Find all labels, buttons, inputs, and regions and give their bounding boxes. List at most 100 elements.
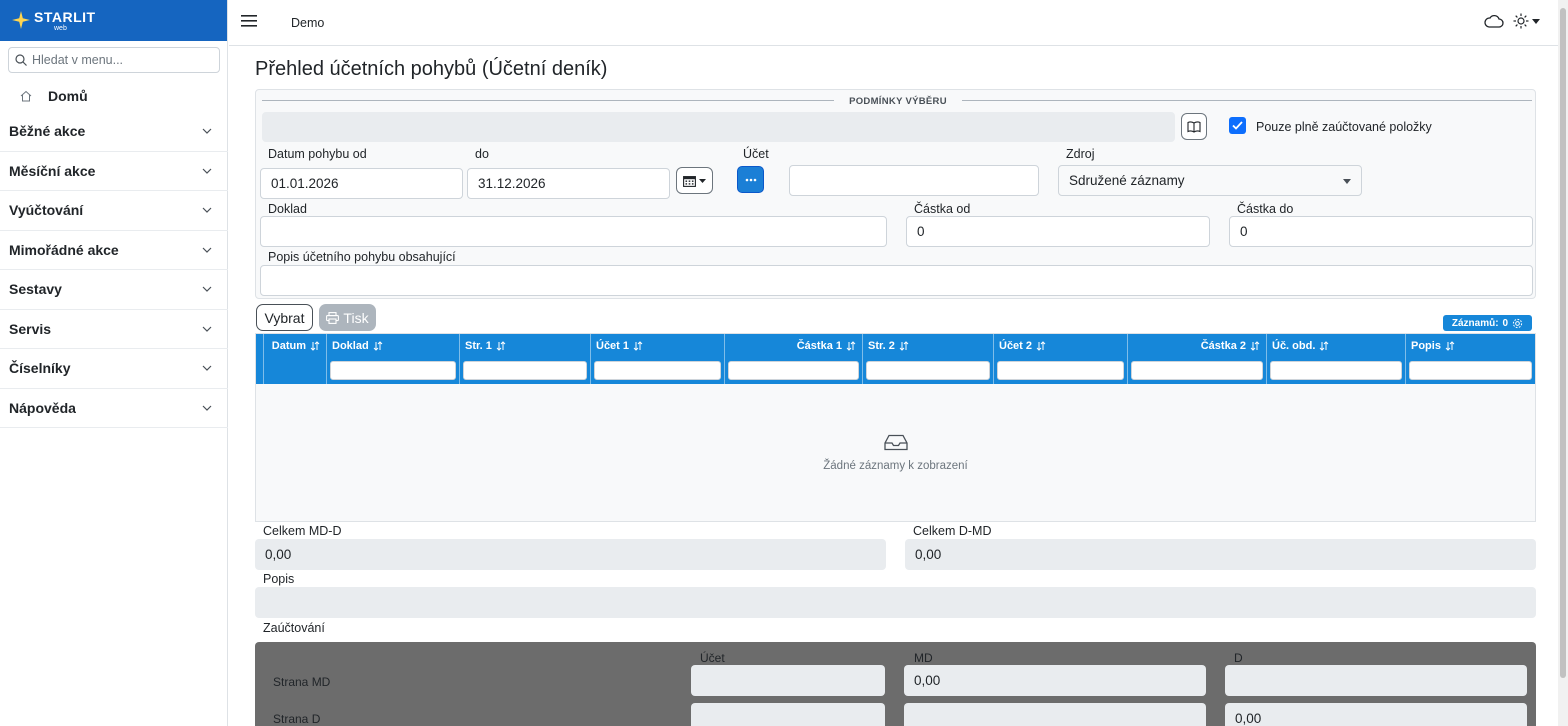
records-count: 0 <box>1502 317 1509 329</box>
column-ucet1[interactable]: Účet 1 <box>590 334 724 384</box>
column-doklad[interactable]: Doklad <box>326 334 459 384</box>
select-button[interactable]: Vybrat <box>256 304 313 331</box>
page-title: Přehled účetních pohybů (Účetní deník) <box>255 58 608 80</box>
sidebar-item-mimoradne-akce[interactable]: Mimořádné akce <box>0 231 228 270</box>
search-icon <box>15 54 27 66</box>
check-icon <box>1232 121 1243 130</box>
filter-ucet2[interactable] <box>997 361 1124 380</box>
document-input[interactable] <box>260 216 887 247</box>
row-selector-column <box>256 334 263 384</box>
date-from-input[interactable]: 01.01.2026 <box>260 168 463 199</box>
posting-md-account <box>691 665 885 696</box>
column-label: Částka 1 <box>796 340 842 352</box>
menu-search[interactable] <box>8 47 220 73</box>
date-picker-button[interactable] <box>676 167 713 194</box>
legend-line-left <box>262 100 834 101</box>
sort-icon[interactable] <box>846 341 856 351</box>
inbox-icon <box>883 434 908 451</box>
print-button[interactable]: Tisk <box>319 304 376 331</box>
column-header: Str. 2 <box>868 340 909 352</box>
filter-ucet1[interactable] <box>594 361 721 380</box>
amount-from-input[interactable]: 0 <box>906 216 1210 247</box>
posting-section-label: Zaúčtování <box>263 621 325 635</box>
filter-castka1[interactable] <box>728 361 859 380</box>
account-picker-button[interactable] <box>737 166 764 193</box>
sort-icon[interactable] <box>899 341 909 351</box>
scrollbar[interactable] <box>1558 0 1568 726</box>
brand-logo[interactable]: STARLIT web <box>0 0 227 41</box>
sidebar-item-bezne-akce[interactable]: Běžné akce <box>0 112 228 152</box>
amount-to-input[interactable]: 0 <box>1229 216 1533 247</box>
menu-search-input[interactable] <box>32 53 212 67</box>
column-str2[interactable]: Str. 2 <box>862 334 993 384</box>
date-to-input[interactable]: 31.12.2026 <box>467 168 670 199</box>
posting-row-md-label: Strana MD <box>273 675 331 689</box>
column-datum[interactable]: Datum <box>263 334 326 384</box>
sort-icon[interactable] <box>1250 341 1260 351</box>
column-popis[interactable]: Popis <box>1405 334 1535 384</box>
sidebar-item-servis[interactable]: Servis <box>0 310 228 349</box>
column-castka2[interactable]: Částka 2 <box>1127 334 1266 384</box>
column-label: Popis <box>1411 340 1441 352</box>
company-name: Demo <box>291 16 325 30</box>
sidebar-item-label: Běžné akce <box>9 123 86 140</box>
caret-down-icon <box>1532 18 1540 24</box>
cloud-icon[interactable] <box>1484 14 1504 28</box>
chevron-down-icon <box>202 168 212 174</box>
theme-toggle[interactable] <box>1513 13 1540 29</box>
fully-posted-checkbox[interactable] <box>1229 117 1246 134</box>
book-icon <box>1187 120 1201 133</box>
column-header: Datum <box>272 340 320 352</box>
records-count-badge[interactable]: Záznamů: 0 <box>1443 315 1532 331</box>
hamburger-menu-icon[interactable] <box>241 14 257 28</box>
sidebar-item-ciselniky[interactable]: Číselníky <box>0 349 228 389</box>
sort-icon[interactable] <box>310 341 320 351</box>
chevron-down-icon <box>202 128 212 135</box>
sidebar-item-napoveda[interactable]: Nápověda <box>0 389 228 428</box>
column-header: Částka 2 <box>1201 340 1260 352</box>
column-ucet2[interactable]: Účet 2 <box>993 334 1127 384</box>
posting-d-account <box>691 703 885 726</box>
sidebar-item-mesicni-akce[interactable]: Měsíční akce <box>0 152 228 191</box>
sort-icon[interactable] <box>496 341 506 351</box>
sort-icon[interactable] <box>1319 341 1329 351</box>
column-header: Popis <box>1411 340 1455 352</box>
caret-down-icon <box>1343 179 1351 184</box>
sidebar-item-label: Číselníky <box>9 360 71 377</box>
column-uc-obd[interactable]: Úč. obd. <box>1266 334 1405 384</box>
source-select[interactable]: Sdružené záznamy <box>1058 165 1362 196</box>
scrollbar-thumb[interactable] <box>1560 8 1566 678</box>
sort-icon[interactable] <box>373 341 383 351</box>
column-label: Úč. obd. <box>1272 340 1316 352</box>
sidebar: STARLIT web Domů Běžné akce Měsíční akce… <box>0 0 228 726</box>
filter-popis[interactable] <box>1409 361 1532 380</box>
sort-icon[interactable] <box>1445 341 1455 351</box>
sidebar-item-vyuctovani[interactable]: Vyúčtování <box>0 191 228 231</box>
sidebar-item-sestavy[interactable]: Sestavy <box>0 270 228 310</box>
filter-doklad[interactable] <box>330 361 456 380</box>
filter-uc-obd[interactable] <box>1270 361 1402 380</box>
posting-col-d: D <box>1234 651 1243 665</box>
open-book-button[interactable] <box>1181 113 1207 140</box>
column-label: Str. 1 <box>465 340 492 352</box>
filter-str1[interactable] <box>463 361 587 380</box>
empty-state: Žádné záznamy k zobrazení <box>256 434 1535 472</box>
total-d-md-label: Celkem D-MD <box>913 524 992 538</box>
sort-icon[interactable] <box>1036 341 1046 351</box>
chevron-down-icon <box>202 405 212 411</box>
description-label: Popis <box>263 572 295 586</box>
filter-castka2[interactable] <box>1131 361 1263 380</box>
column-str1[interactable]: Str. 1 <box>459 334 590 384</box>
sidebar-item-home[interactable]: Domů <box>0 80 228 112</box>
filter-str2[interactable] <box>866 361 990 380</box>
sort-icon[interactable] <box>633 341 643 351</box>
legend-line-right <box>962 100 1532 101</box>
account-input[interactable] <box>789 165 1039 196</box>
amount-to-label: Částka do <box>1237 202 1294 216</box>
description-filter-input[interactable] <box>260 265 1533 296</box>
selection-summary-field <box>262 112 1175 142</box>
sun-icon <box>1513 13 1529 29</box>
sidebar-item-label: Nápověda <box>9 399 76 416</box>
sidebar-item-label: Sestavy <box>9 281 62 298</box>
column-castka1[interactable]: Částka 1 <box>724 334 862 384</box>
